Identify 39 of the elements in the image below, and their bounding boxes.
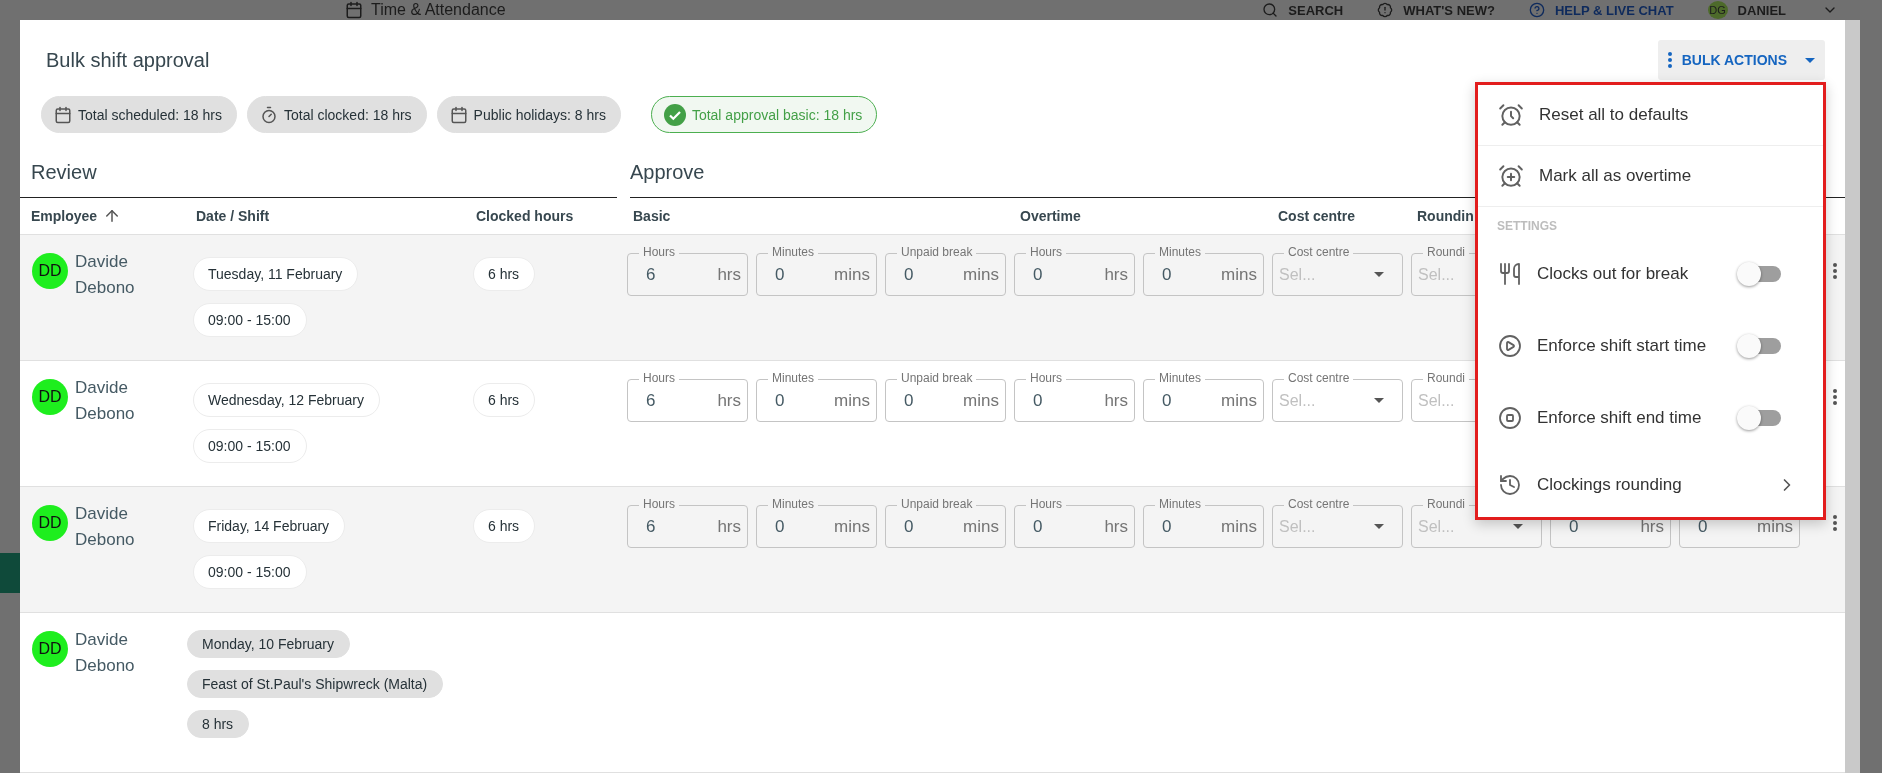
column-header: Cost centre xyxy=(1278,208,1356,225)
chip-label: Total approval basic: 18 hrs xyxy=(691,106,863,123)
holiday-chip: 8 hrs xyxy=(187,710,250,738)
column-header: Roundin xyxy=(1417,208,1474,225)
dialog-title: Bulk shift approval xyxy=(46,48,210,72)
employee-avatar: DD xyxy=(32,379,68,415)
employee-name: Davide Debono xyxy=(75,629,136,677)
employee-name: Davide Debono xyxy=(75,251,136,299)
date-chip: Wednesday, 12 February xyxy=(193,383,380,417)
shift-time-chip: 09:00 - 15:00 xyxy=(193,429,307,463)
chip-label: Total scheduled: 18 hrs xyxy=(78,106,222,123)
column-header: Overtime xyxy=(1020,208,1081,225)
chip-label: Public holidays: 8 hrs xyxy=(473,106,606,123)
employee-name: Davide Debono xyxy=(75,377,136,425)
column-header: Basic xyxy=(633,208,671,225)
date-chip: Tuesday, 11 February xyxy=(193,257,359,291)
employee-avatar: DD xyxy=(32,631,68,667)
employee-avatar: DD xyxy=(32,253,68,289)
holiday-chip: Monday, 10 February xyxy=(187,630,351,658)
section-label: SETTINGS xyxy=(1496,218,1558,235)
shift-time-chip: 09:00 - 15:00 xyxy=(193,303,307,337)
employee-avatar: DD xyxy=(32,505,68,541)
clocked-hours-chip: 6 hrs xyxy=(473,383,536,417)
setting-label: Clocks out for break xyxy=(1537,264,1690,284)
column-header: Employee xyxy=(31,208,98,225)
holiday-chip: Feast of St.Paul's Shipwreck (Malta) xyxy=(187,670,444,698)
setting-label: Enforce shift start time xyxy=(1537,336,1708,356)
clocked-hours-chip: 6 hrs xyxy=(473,257,536,291)
setting-label: Enforce shift end time xyxy=(1537,408,1703,428)
clocked-hours-chip: 6 hrs xyxy=(473,509,536,543)
employee-name: Davide Debono xyxy=(75,503,136,551)
page-title: Time & Attendance xyxy=(371,1,506,19)
section-heading: Review xyxy=(31,160,97,184)
date-chip: Friday, 14 February xyxy=(193,509,346,543)
column-header: Clocked hours xyxy=(476,208,574,225)
chip-label: Total clocked: 18 hrs xyxy=(284,106,412,123)
column-header: Date / Shift xyxy=(196,208,270,225)
section-heading: Approve xyxy=(630,160,705,184)
shift-time-chip: 09:00 - 15:00 xyxy=(193,555,307,589)
